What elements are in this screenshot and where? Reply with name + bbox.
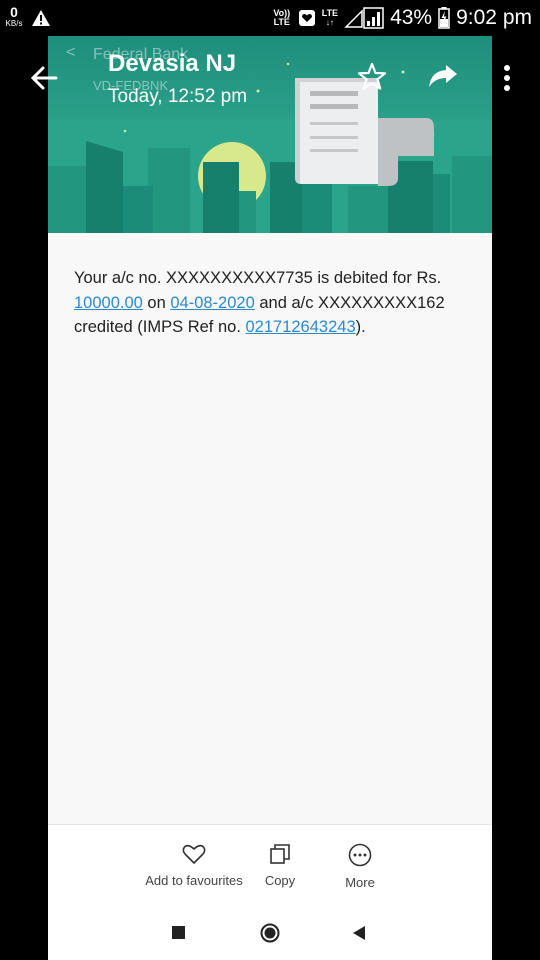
nav-back-icon[interactable] [352,925,366,941]
reference-link[interactable]: 021712643243 [246,318,356,336]
network-speed: 0 KB/s [4,4,24,28]
more-label: More [345,875,375,890]
network-speed-value: 0 [10,4,18,20]
chevron-left-icon: < [66,44,76,61]
add-to-favourites-label: Add to favourites [145,873,243,888]
message-text: on [142,293,171,312]
amount-link[interactable]: 10000.00 [74,294,143,312]
message-text: ). [355,318,366,336]
status-bar: 0 KB/s Vo)) LTE LTE ↓↑ 43% 9:02 pm [0,0,540,36]
message-timestamp: Today, 12:52 pm [108,86,248,107]
more-vert-icon[interactable] [502,64,512,92]
network-speed-unit: KB/s [5,19,23,28]
date-link[interactable]: 04-08-2020 [170,294,254,312]
back-arrow-icon[interactable] [28,62,62,94]
message-text: Your a/c no. XXXXXXXXXX7735 is debited f… [74,269,442,287]
alarm-icon [298,10,315,26]
message-body[interactable]: Your a/c no. XXXXXXXXXX7735 is debited f… [74,266,470,340]
heart-icon [182,844,206,864]
star-icon[interactable] [357,62,387,92]
lte-indicator: LTE ↓↑ [321,8,339,28]
home-icon[interactable] [260,923,280,943]
message-header: < Federal Bank VD-FEDBNK Devasia NJ Toda… [48,36,492,233]
message-content: Your a/c no. XXXXXXXXXX7735 is debited f… [48,233,492,824]
copy-button[interactable]: Copy [260,843,300,888]
more-horiz-icon [348,843,372,867]
volte-indicator: Vo)) LTE [273,8,291,27]
copy-icon [270,844,290,864]
share-icon[interactable] [427,63,459,91]
recents-icon[interactable] [172,926,185,939]
navigation-bar [48,900,492,960]
battery-charging-icon [438,7,450,29]
lte-label: LTE [321,8,339,18]
battery-percentage: 43% [390,6,433,29]
signal-icon [344,7,384,29]
add-to-favourites-button[interactable]: Add to favourites [144,843,244,888]
action-bar: Add to favourites Copy More [48,824,492,901]
warning-icon [32,10,50,26]
contact-title: Devasia NJ [108,50,237,77]
more-button[interactable]: More [340,843,380,890]
copy-label: Copy [264,873,296,888]
clock: 9:02 pm [456,6,532,29]
